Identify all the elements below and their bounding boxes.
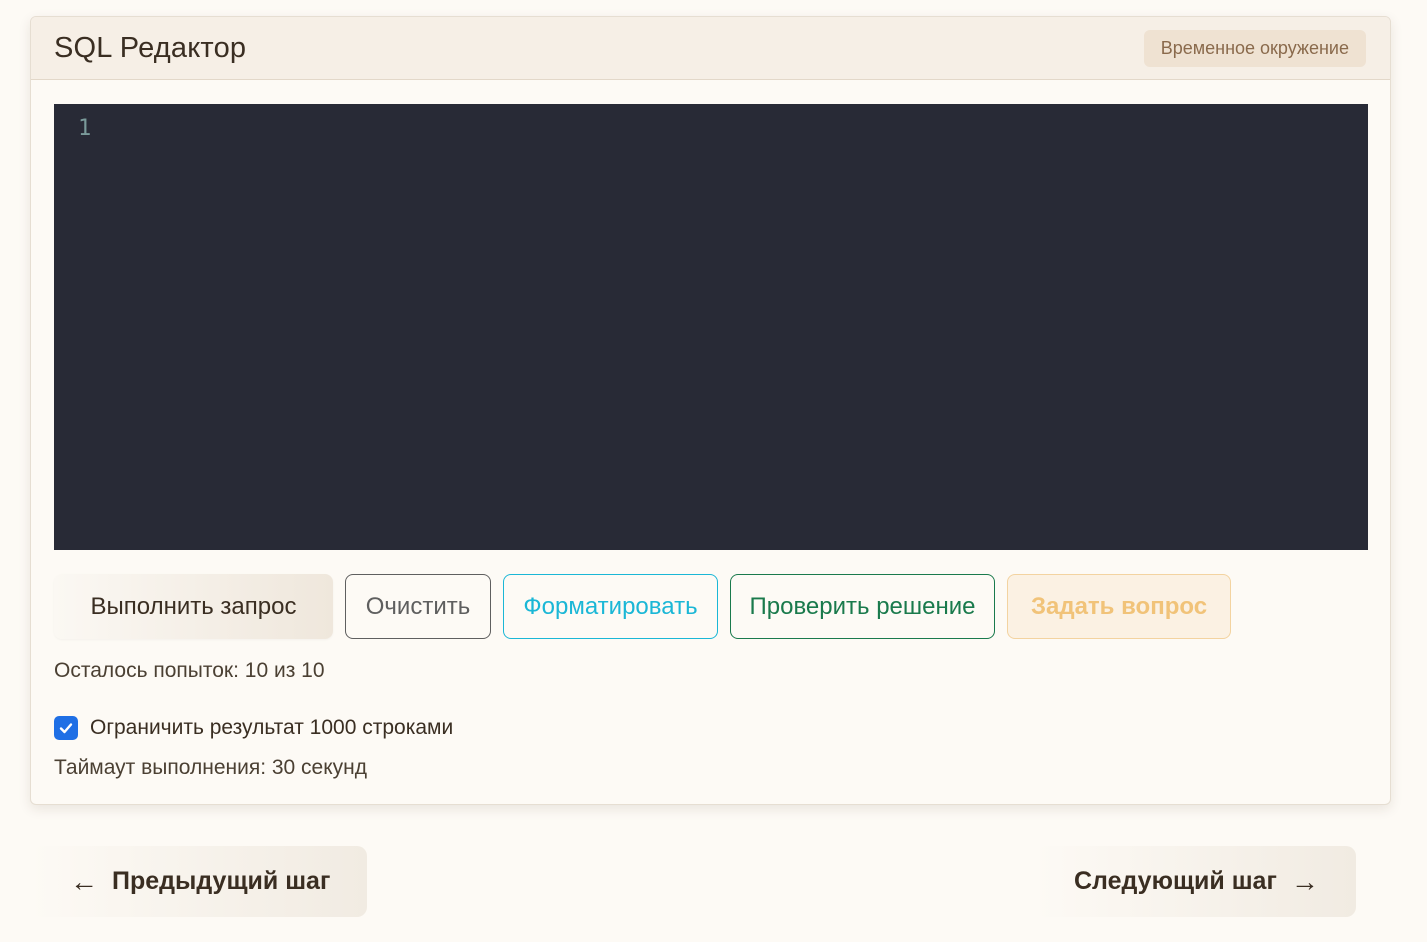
format-button[interactable]: Форматировать <box>503 574 718 639</box>
card-header: SQL Редактор Временное окружение <box>31 17 1390 80</box>
next-step-button[interactable]: Следующий шаг → <box>1035 846 1356 917</box>
ask-question-button[interactable]: Задать вопрос <box>1007 574 1231 639</box>
previous-step-button[interactable]: ← Предыдущий шаг <box>30 846 367 917</box>
page-title: SQL Редактор <box>54 31 247 64</box>
line-number: 1 <box>78 116 92 141</box>
editor-toolbar: Выполнить запрос Очистить Форматировать … <box>54 574 1367 639</box>
arrow-left-icon: ← <box>70 865 98 897</box>
code-input[interactable] <box>118 116 1352 538</box>
run-query-button[interactable]: Выполнить запрос <box>54 574 333 639</box>
previous-step-label: Предыдущий шаг <box>112 867 331 895</box>
attempts-remaining: Осталось попыток: 10 из 10 <box>54 659 325 682</box>
execution-timeout: Таймаут выполнения: 30 секунд <box>54 756 368 779</box>
clear-button[interactable]: Очистить <box>345 574 491 639</box>
limit-rows-option[interactable]: Ограничить результат 1000 строками <box>54 716 1367 740</box>
card-body: 1 Выполнить запрос Очистить Форматироват… <box>31 80 1390 780</box>
check-solution-button[interactable]: Проверить решение <box>730 574 995 639</box>
sql-code-editor[interactable]: 1 <box>54 104 1368 550</box>
sql-editor-card: SQL Редактор Временное окружение 1 Выпол… <box>30 16 1391 805</box>
environment-badge: Временное окружение <box>1143 29 1366 67</box>
arrow-right-icon: → <box>1290 865 1319 897</box>
check-icon <box>59 723 73 734</box>
next-step-label: Следующий шаг <box>1074 867 1277 895</box>
limit-rows-checkbox[interactable] <box>54 716 78 740</box>
limit-rows-label: Ограничить результат 1000 строками <box>90 716 454 739</box>
